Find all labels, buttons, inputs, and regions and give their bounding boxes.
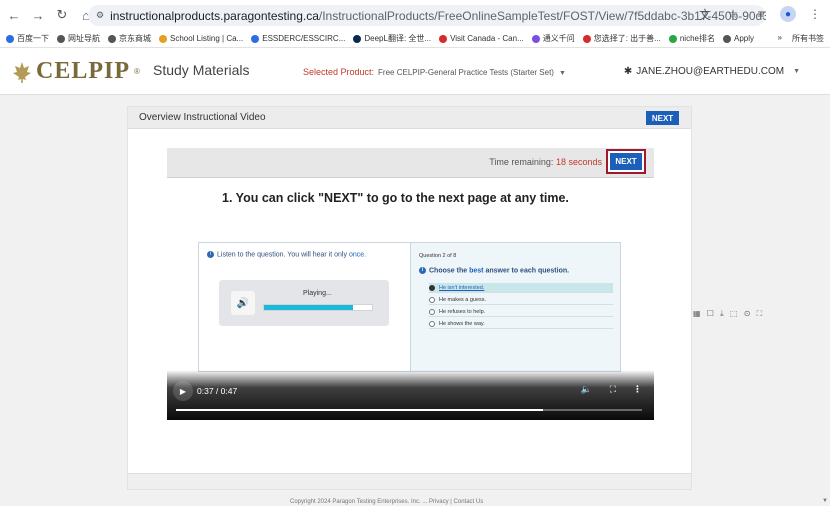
selected-product[interactable]: Selected Product: Free CELPIP-General Pra…	[303, 67, 566, 77]
extensions-icon[interactable]: ≡	[752, 5, 770, 23]
bookmark-icon	[582, 34, 591, 43]
profile-avatar[interactable]: ●	[780, 6, 796, 22]
forward-icon[interactable]: →	[28, 5, 48, 25]
info-icon: i	[207, 251, 214, 258]
time-remaining-value: 18 seconds	[555, 157, 602, 167]
bookmark-icon	[251, 34, 260, 43]
selected-product-label: Selected Product:	[303, 67, 375, 77]
radio-icon	[429, 308, 435, 315]
choose-instruction: i Choose the best answer to each question…	[419, 267, 569, 274]
maple-leaf-icon	[13, 61, 31, 83]
site-header: CELPIP ® Study Materials Selected Product…	[0, 48, 830, 95]
video-next-button-highlight: NEXT	[606, 149, 646, 174]
more-options-icon[interactable]: ⋮	[633, 384, 642, 395]
panel-header: Overview Instructional Video NEXT	[128, 107, 691, 129]
speaker-icon: 🔊	[231, 291, 255, 315]
browser-toolbar: ← → ↻ ⌂ ⚙ instructionalproducts.paragont…	[0, 0, 830, 30]
all-bookmarks-folder[interactable]: 所有书签	[792, 33, 824, 44]
video-instruction: 1. You can click "NEXT" to go to the nex…	[222, 191, 569, 205]
bookmark-icon	[531, 34, 540, 43]
panel-footer	[128, 473, 691, 489]
bookmarks-overflow-icon[interactable]: »	[778, 33, 782, 44]
caret-down-icon[interactable]: ▼	[793, 68, 800, 75]
site-info-icon[interactable]: ⚙	[96, 10, 104, 21]
floating-toolbar[interactable]: ▦ ☐ ⤓ ⬚ ⊙ ⛶	[693, 309, 764, 319]
video-next-button: NEXT	[610, 153, 642, 170]
time-remaining: Time remaining: 18 seconds	[489, 157, 602, 167]
gear-icon: ✱	[623, 66, 633, 77]
answer-option: He shows the way.	[429, 319, 613, 329]
playing-label: Playing...	[303, 290, 332, 297]
back-icon[interactable]: ←	[4, 5, 24, 25]
menu-icon[interactable]: ⋮	[806, 5, 824, 23]
bookmark-item[interactable]: 京东商城	[108, 33, 151, 44]
video-time: 0:37 / 0:47	[197, 386, 238, 396]
audio-player-box: 🔊 Playing...	[219, 280, 389, 326]
content-panel: Overview Instructional Video NEXT Time r…	[127, 106, 692, 490]
play-icon[interactable]: ▶	[173, 381, 193, 401]
video-player[interactable]: Time remaining: 18 seconds NEXT 1. You c…	[167, 148, 654, 420]
bookmark-item[interactable]: ESSDERC/ESSCIRC...	[251, 34, 345, 43]
bookmark-icon	[159, 34, 167, 43]
bookmark-icon	[722, 34, 731, 43]
bookmark-star-icon[interactable]: ☆	[724, 5, 742, 23]
panel-title: Overview Instructional Video	[139, 112, 266, 123]
bookmark-icon	[57, 34, 65, 43]
radio-icon	[429, 284, 435, 291]
answer-option: He isn't interested.	[429, 283, 613, 293]
info-icon: i	[419, 267, 426, 274]
scroll-down-arrow-icon[interactable]: ▼	[822, 498, 828, 504]
study-materials-title: Study Materials	[153, 62, 250, 78]
seek-bar-fill	[176, 409, 543, 411]
next-button[interactable]: NEXT	[646, 111, 679, 125]
url-text: instructionalproducts.paragontesting.ca/…	[110, 8, 766, 23]
listen-instruction: i Listen to the question. You will hear i…	[207, 251, 366, 258]
radio-icon	[429, 320, 435, 327]
fullscreen-icon[interactable]: ⛶	[610, 384, 616, 395]
bookmark-item[interactable]: School Listing | Ca...	[159, 34, 243, 43]
sample-test-screenshot: i Listen to the question. You will hear i…	[198, 242, 621, 372]
bookmark-item[interactable]: 您选择了: 出于善...	[582, 33, 661, 44]
address-bar[interactable]: ⚙ instructionalproducts.paragontesting.c…	[88, 5, 766, 26]
audio-progress-bar	[263, 304, 373, 311]
question-number: Question 2 of 8	[419, 253, 457, 259]
bookmark-item[interactable]: 网址导航	[57, 33, 100, 44]
radio-icon	[429, 296, 435, 303]
bookmark-icon	[439, 34, 448, 43]
answer-option: He makes a guess.	[429, 295, 613, 305]
reload-icon[interactable]: ↻	[52, 5, 72, 25]
seek-bar[interactable]	[176, 409, 642, 411]
audio-progress-fill	[264, 305, 353, 310]
copyright-text: Copyright 2024 Paragon Testing Enterpris…	[290, 499, 484, 505]
bookmark-item[interactable]: DeepL翻译: 全世...	[353, 33, 431, 44]
listening-pane: i Listen to the question. You will hear i…	[199, 243, 411, 371]
bookmark-item[interactable]: 百度一下	[6, 33, 49, 44]
logo-registered-mark: ®	[134, 67, 140, 76]
volume-icon[interactable]: 🔈	[581, 384, 592, 395]
logo-text: CELPIP	[36, 58, 131, 84]
video-controls: ▶ 0:37 / 0:47 🔈 ⛶ ⋮	[167, 370, 654, 420]
video-topbar: Time remaining: 18 seconds NEXT	[167, 148, 654, 178]
question-pane: Question 2 of 8 i Choose the best answer …	[411, 243, 620, 371]
caret-down-icon[interactable]: ▼	[559, 70, 566, 77]
bookmark-icon	[6, 34, 14, 43]
bookmark-icon	[108, 34, 116, 43]
user-menu[interactable]: ✱ JANE.ZHOU@EARTHEDU.COM ▼	[624, 66, 800, 77]
translate-icon[interactable]: 文	[696, 5, 714, 23]
bookmark-item[interactable]: niche排名	[668, 33, 715, 44]
bookmark-item[interactable]: 通义千问	[531, 33, 575, 44]
answer-option: He refuses to help.	[429, 307, 613, 317]
bookmark-icon	[668, 34, 677, 43]
celpip-logo[interactable]: CELPIP ®	[12, 58, 140, 85]
user-email[interactable]: JANE.ZHOU@EARTHEDU.COM	[636, 66, 784, 77]
selected-product-value[interactable]: Free CELPIP-General Practice Tests (Star…	[378, 68, 554, 77]
bookmark-item[interactable]: Visit Canada - Can...	[439, 34, 524, 43]
bookmark-item[interactable]: Apply	[722, 34, 754, 43]
bookmarks-bar: 百度一下 网址导航 京东商城 School Listing | Ca... ES…	[0, 30, 830, 48]
bookmark-icon	[353, 34, 362, 43]
